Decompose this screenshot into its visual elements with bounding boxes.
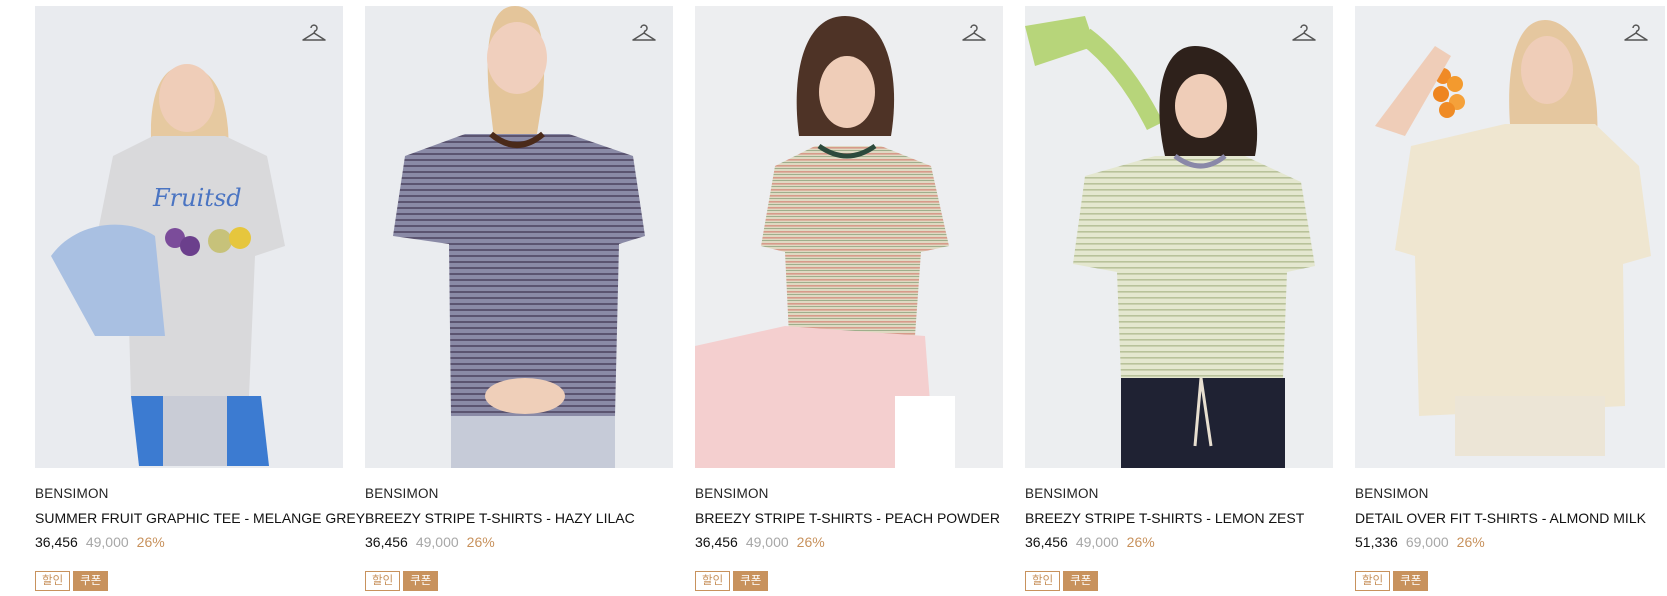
badge-row: 할인 쿠폰 <box>1355 571 1665 591</box>
discount-badge: 할인 <box>1355 571 1391 591</box>
product-image[interactable] <box>1025 6 1333 468</box>
product-card[interactable]: BENSIMON BREEZY STRIPE T-SHIRTS - HAZY L… <box>365 6 673 591</box>
product-brand[interactable]: BENSIMON <box>1355 486 1665 504</box>
sale-price: 36,456 <box>365 534 408 550</box>
product-name[interactable]: DETAIL OVER FIT T-SHIRTS - ALMOND MILK <box>1355 510 1665 529</box>
product-card[interactable]: BENSIMON BREEZY STRIPE T-SHIRTS - PEACH … <box>695 6 1003 591</box>
product-brand[interactable]: BENSIMON <box>695 486 1003 504</box>
price-row: 36,456 49,000 26% <box>35 534 343 553</box>
product-image[interactable]: Fruitsd <box>35 6 343 468</box>
product-photo-illustration <box>1025 6 1333 468</box>
product-card[interactable]: BENSIMON BREEZY STRIPE T-SHIRTS - LEMON … <box>1025 6 1333 591</box>
product-brand[interactable]: BENSIMON <box>1025 486 1333 504</box>
badge-row: 할인 쿠폰 <box>1025 571 1333 591</box>
product-grid: Fruitsd BENSIMON SUMMER FRUIT GRAPHIC TE… <box>0 0 1667 596</box>
coupon-badge: 쿠폰 <box>1393 571 1429 591</box>
product-image[interactable] <box>695 6 1003 468</box>
discount-badge: 할인 <box>695 571 731 591</box>
original-price: 49,000 <box>85 534 129 550</box>
discount-rate: 26% <box>136 534 165 550</box>
original-price: 49,000 <box>1075 534 1119 550</box>
product-brand[interactable]: BENSIMON <box>35 486 343 504</box>
product-brand[interactable]: BENSIMON <box>365 486 673 504</box>
sale-price: 51,336 <box>1355 534 1398 550</box>
product-photo-illustration <box>1355 6 1665 468</box>
svg-text:Fruitsd: Fruitsd <box>152 184 242 212</box>
hanger-icon[interactable] <box>1291 22 1317 44</box>
price-row: 36,456 49,000 26% <box>365 534 673 553</box>
sale-price: 36,456 <box>35 534 78 550</box>
product-card[interactable]: Fruitsd BENSIMON SUMMER FRUIT GRAPHIC TE… <box>35 6 365 591</box>
product-photo-illustration <box>695 6 1003 468</box>
hanger-icon[interactable] <box>961 22 987 44</box>
discount-rate: 26% <box>466 534 495 550</box>
sale-price: 36,456 <box>695 534 738 550</box>
discount-rate: 26% <box>1126 534 1155 550</box>
discount-badge: 할인 <box>365 571 401 591</box>
product-name[interactable]: BREEZY STRIPE T-SHIRTS - LEMON ZEST <box>1025 510 1333 529</box>
product-photo-illustration: Fruitsd <box>35 6 343 468</box>
price-row: 36,456 49,000 26% <box>1025 534 1333 553</box>
hanger-icon[interactable] <box>301 22 327 44</box>
hanger-icon[interactable] <box>631 22 657 44</box>
product-name[interactable]: BREEZY STRIPE T-SHIRTS - PEACH POWDER <box>695 510 1003 529</box>
discount-badge: 할인 <box>1025 571 1061 591</box>
price-row: 36,456 49,000 26% <box>695 534 1003 553</box>
coupon-badge: 쿠폰 <box>403 571 439 591</box>
coupon-badge: 쿠폰 <box>73 571 109 591</box>
original-price: 69,000 <box>1405 534 1449 550</box>
badge-row: 할인 쿠폰 <box>365 571 673 591</box>
product-card[interactable]: BENSIMON DETAIL OVER FIT T-SHIRTS - ALMO… <box>1355 6 1665 591</box>
coupon-badge: 쿠폰 <box>1063 571 1099 591</box>
product-name[interactable]: SUMMER FRUIT GRAPHIC TEE - MELANGE GREY <box>35 510 365 529</box>
coupon-badge: 쿠폰 <box>733 571 769 591</box>
discount-rate: 26% <box>796 534 825 550</box>
badge-row: 할인 쿠폰 <box>35 571 343 591</box>
discount-rate: 26% <box>1456 534 1485 550</box>
original-price: 49,000 <box>745 534 789 550</box>
badge-row: 할인 쿠폰 <box>695 571 1003 591</box>
product-name[interactable]: BREEZY STRIPE T-SHIRTS - HAZY LILAC <box>365 510 673 529</box>
product-image[interactable] <box>1355 6 1665 468</box>
sale-price: 36,456 <box>1025 534 1068 550</box>
product-photo-illustration <box>365 6 673 468</box>
original-price: 49,000 <box>415 534 459 550</box>
product-image[interactable] <box>365 6 673 468</box>
price-row: 51,336 69,000 26% <box>1355 534 1665 553</box>
discount-badge: 할인 <box>35 571 71 591</box>
hanger-icon[interactable] <box>1623 22 1649 44</box>
